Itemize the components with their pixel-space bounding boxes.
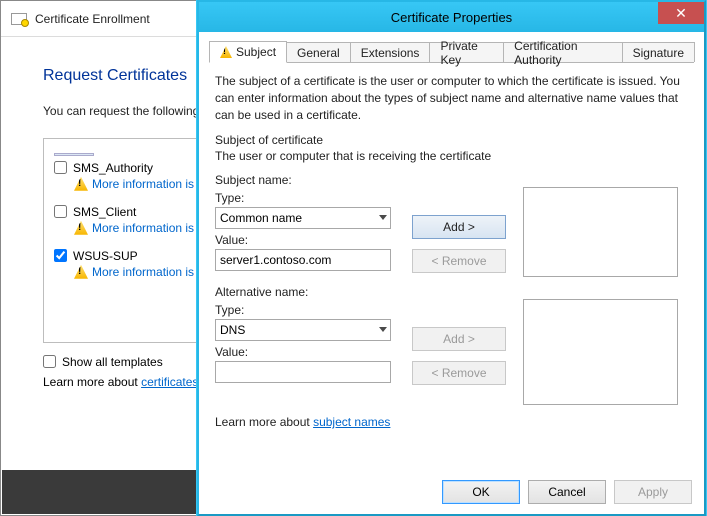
properties-dialog: Certificate Properties ✕ Subject General… (197, 0, 706, 516)
tab-general[interactable]: General (286, 42, 351, 62)
ok-button[interactable]: OK (442, 480, 520, 504)
certificates-link[interactable]: certificates (141, 375, 198, 389)
tab-signature[interactable]: Signature (622, 42, 695, 62)
subject-add-button[interactable]: Add > (412, 215, 506, 239)
tab-content-subject: The subject of a certificate is the user… (209, 63, 694, 429)
subject-type-select[interactable] (215, 207, 391, 229)
properties-title: Certificate Properties (391, 10, 512, 25)
warning-icon (74, 177, 88, 191)
section-title: Subject of certificate (215, 133, 688, 147)
cert-checkbox-sms-client[interactable] (54, 205, 67, 218)
subject-names-link[interactable]: subject names (313, 415, 390, 429)
close-button[interactable]: ✕ (658, 2, 704, 24)
show-all-checkbox[interactable] (43, 355, 56, 368)
learn-more-subject-names: Learn more about subject names (215, 415, 688, 429)
tab-certification-authority[interactable]: Certification Authority (503, 42, 622, 62)
cert-checkbox-sms-authority[interactable] (54, 161, 67, 174)
alt-type-label: Type: (215, 303, 395, 317)
subject-type-label: Type: (215, 191, 395, 205)
partial-preview (54, 153, 94, 156)
subject-name-header: Subject name: (215, 173, 688, 187)
cancel-button[interactable]: Cancel (528, 480, 606, 504)
alternative-name-header: Alternative name: (215, 285, 688, 299)
certificate-icon (11, 13, 27, 25)
cert-label: SMS_Authority (73, 161, 153, 175)
alt-value-label: Value: (215, 345, 395, 359)
subject-name-block: Subject name: Type: Value: Add > (215, 173, 688, 277)
tab-strip: Subject General Extensions Private Key C… (209, 40, 694, 63)
subject-description: The subject of a certificate is the user… (215, 73, 688, 123)
tab-extensions[interactable]: Extensions (350, 42, 431, 62)
subject-remove-button[interactable]: < Remove (412, 249, 506, 273)
alt-value-input[interactable] (215, 361, 391, 383)
enrollment-title: Certificate Enrollment (35, 12, 150, 26)
properties-body: Subject General Extensions Private Key C… (199, 32, 704, 514)
tab-private-key[interactable]: Private Key (429, 42, 504, 62)
show-all-label: Show all templates (62, 355, 163, 369)
warning-icon (74, 221, 88, 235)
tab-subject[interactable]: Subject (209, 41, 287, 63)
warning-icon (220, 46, 232, 58)
alternative-name-block: Alternative name: Type: Value: Add > (215, 285, 688, 405)
warning-icon (74, 265, 88, 279)
subject-selected-list[interactable] (523, 187, 678, 277)
cert-checkbox-wsus-sup[interactable] (54, 249, 67, 262)
alt-remove-button[interactable]: < Remove (412, 361, 506, 385)
subject-value-input[interactable] (215, 249, 391, 271)
alt-selected-list[interactable] (523, 299, 678, 405)
alt-type-select[interactable] (215, 319, 391, 341)
section-subtitle: The user or computer that is receiving t… (215, 149, 688, 163)
dialog-buttons: OK Cancel Apply (442, 480, 692, 504)
cert-label: SMS_Client (73, 205, 136, 219)
apply-button[interactable]: Apply (614, 480, 692, 504)
cert-label: WSUS-SUP (73, 249, 138, 263)
properties-titlebar[interactable]: Certificate Properties ✕ (199, 2, 704, 32)
alt-add-button[interactable]: Add > (412, 327, 506, 351)
subject-value-label: Value: (215, 233, 395, 247)
